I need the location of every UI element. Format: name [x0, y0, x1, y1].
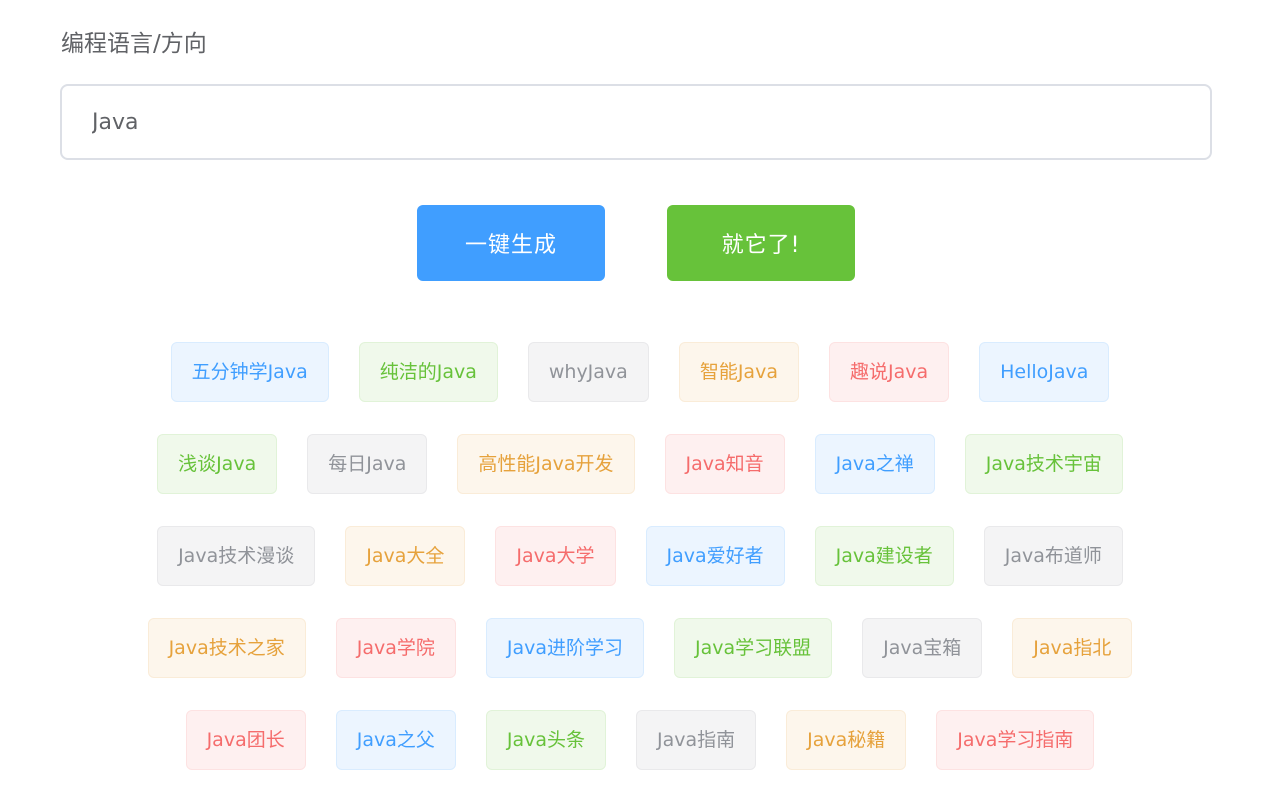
tag-row: 五分钟学Java 纯洁的Java whyJava 智能Java 趣说Java HelloJ… [76, 342, 1204, 402]
name-tag[interactable]: Java知音 [664, 434, 785, 494]
name-tag[interactable]: Java大全 [345, 526, 466, 586]
name-tag[interactable]: Java指北 [1012, 618, 1133, 678]
name-tag[interactable]: Java秘籍 [786, 710, 907, 770]
name-tag[interactable]: 五分钟学Java [170, 342, 329, 402]
name-tag[interactable]: Java大学 [495, 526, 616, 586]
name-tag[interactable]: 趣说Java [828, 342, 950, 402]
name-tag[interactable]: Java之禅 [814, 434, 935, 494]
language-field-label: 编程语言/方向 [61, 31, 207, 57]
name-tag[interactable]: Java头条 [485, 710, 606, 770]
tag-row: Java技术漫谈 Java大全 Java大学 Java爱好者 Java建设者 Java布道… [76, 526, 1204, 586]
name-tag[interactable]: Java进阶学习 [485, 618, 644, 678]
name-tag[interactable]: Java学院 [335, 618, 456, 678]
tag-row: Java团长 Java之父 Java头条 Java指南 Java秘籍 Java学习指南 [76, 710, 1204, 770]
name-tag[interactable]: 浅谈Java [157, 434, 278, 494]
name-tag[interactable]: 高性能Java开发 [457, 434, 635, 494]
name-tag[interactable]: 智能Java [678, 342, 799, 402]
name-tag[interactable]: 纯洁的Java [358, 342, 498, 402]
name-tag[interactable]: Java技术宇宙 [964, 434, 1123, 494]
name-tag[interactable]: whyJava [527, 342, 649, 402]
name-tag[interactable]: 每日Java [307, 434, 428, 494]
name-tag[interactable]: Java技术之家 [147, 618, 306, 678]
tag-row: Java技术之家 Java学院 Java进阶学习 Java学习联盟 Java宝箱 Java… [76, 618, 1204, 678]
name-tag[interactable]: Java团长 [185, 710, 306, 770]
name-tag[interactable]: Java爱好者 [645, 526, 785, 586]
name-tag[interactable]: Java之父 [335, 710, 456, 770]
name-tag[interactable]: Java学习联盟 [674, 618, 833, 678]
name-tag[interactable]: Java布道师 [983, 526, 1123, 586]
name-tag[interactable]: HelloJava [979, 342, 1110, 402]
tag-row: 浅谈Java 每日Java 高性能Java开发 Java知音 Java之禅 Java技术宇… [76, 434, 1204, 494]
language-input[interactable] [60, 84, 1212, 160]
generate-button[interactable]: 一键生成 [417, 205, 605, 281]
name-suggestion-tags: 五分钟学Java 纯洁的Java whyJava 智能Java 趣说Java HelloJ… [76, 342, 1204, 802]
name-tag[interactable]: Java指南 [636, 710, 757, 770]
name-tag[interactable]: Java宝箱 [862, 618, 983, 678]
name-tag[interactable]: Java建设者 [814, 526, 954, 586]
name-tag[interactable]: Java技术漫谈 [157, 526, 316, 586]
confirm-button[interactable]: 就它了! [667, 205, 855, 281]
name-tag[interactable]: Java学习指南 [936, 710, 1095, 770]
